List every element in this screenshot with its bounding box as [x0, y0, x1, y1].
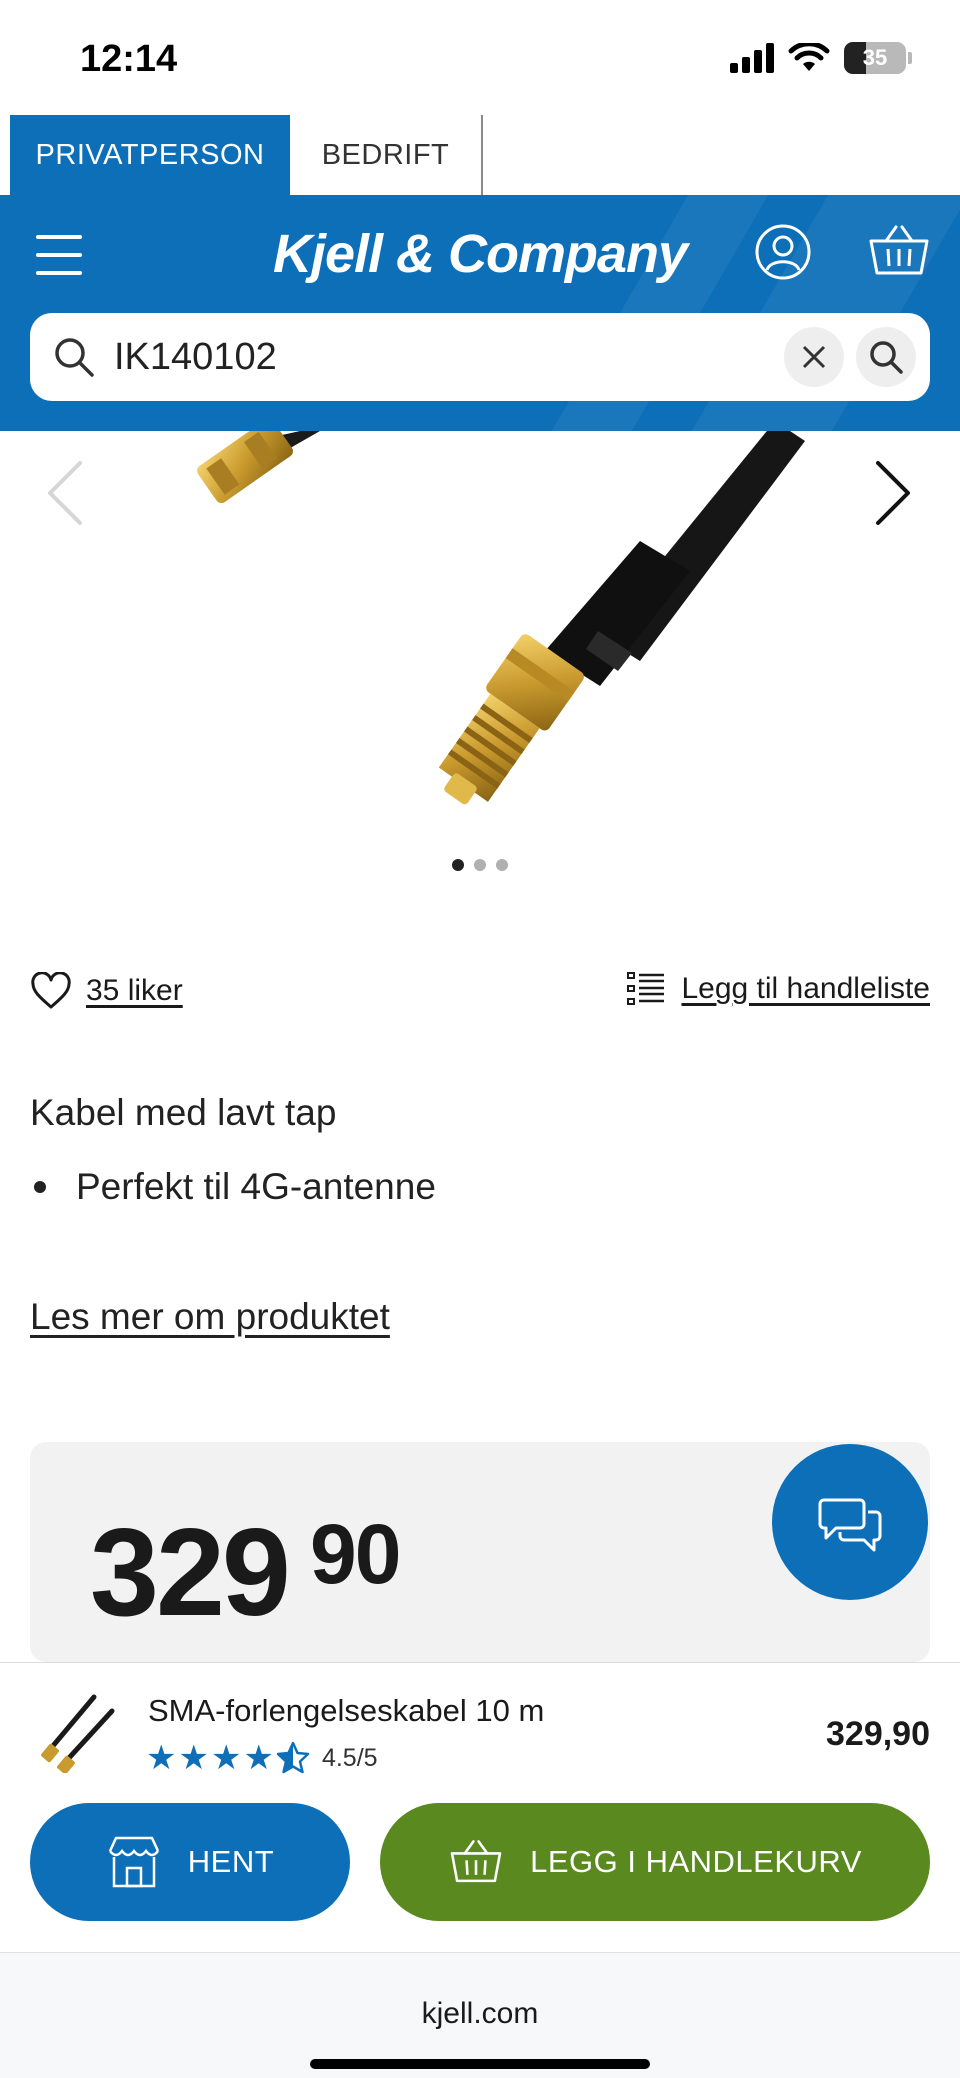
pickup-button[interactable]: HENT — [30, 1803, 350, 1921]
read-more-link[interactable]: Les mer om produktet — [30, 1296, 390, 1338]
star-icon: ★ — [243, 1739, 274, 1777]
account-icon[interactable] — [754, 223, 812, 281]
carousel-dots — [0, 859, 960, 871]
basket-icon — [450, 1840, 502, 1883]
url-text[interactable]: kjell.com — [0, 1997, 960, 2031]
product-photo — [197, 431, 805, 805]
search-box — [30, 313, 930, 401]
add-to-cart-button[interactable]: LEGG I HANDLEKURV — [380, 1803, 930, 1921]
status-icons: 35 — [730, 42, 912, 74]
carousel-dot[interactable] — [474, 859, 486, 871]
half-star-icon — [276, 1741, 310, 1774]
add-to-cart-label: LEGG I HANDLEKURV — [530, 1844, 862, 1879]
search-input[interactable] — [114, 327, 714, 387]
carousel-dot[interactable] — [452, 859, 464, 871]
product-thumbnail — [41, 1694, 115, 1773]
browser-address-bar[interactable]: kjell.com — [0, 1952, 960, 2078]
chat-button[interactable] — [772, 1444, 928, 1600]
product-image-carousel[interactable] — [0, 431, 960, 871]
star-icon: ★ — [210, 1739, 242, 1777]
star-icon: ★ — [146, 1739, 177, 1777]
feature-bullet: Perfekt til 4G-antenne — [30, 1166, 436, 1208]
heart-icon — [31, 972, 71, 1009]
basket-icon[interactable] — [868, 223, 930, 279]
search-icon — [55, 338, 94, 377]
star-icon: ★ — [178, 1739, 209, 1777]
sticky-purchase-bar: SMA-forlengelseskabel 10 m ★ ★ ★ ★ 4.5/5… — [0, 1662, 960, 1952]
customer-segment-tabs: PRIVATPERSON BEDRIFT — [10, 115, 483, 195]
status-time: 12:14 — [80, 38, 178, 80]
battery-icon: 35 — [844, 42, 906, 74]
bullet-icon — [34, 1181, 46, 1193]
chat-icon — [818, 1498, 882, 1552]
product-summary: Kabel med lavt tap — [30, 1092, 337, 1133]
close-icon — [802, 345, 826, 369]
search-icon — [870, 341, 903, 374]
tab-business[interactable]: BEDRIFT — [290, 115, 483, 195]
likes-count-link[interactable]: 35 liker — [86, 974, 183, 1008]
search-submit-button[interactable] — [856, 327, 916, 387]
feature-bullet-text: Perfekt til 4G-antenne — [76, 1166, 436, 1207]
list-icon — [627, 972, 665, 1005]
clear-search-button[interactable] — [784, 327, 844, 387]
carousel-dot[interactable] — [496, 859, 508, 871]
logo[interactable]: Kjell & Company — [0, 223, 960, 285]
sticky-product-name: SMA-forlengelseskabel 10 m — [148, 1693, 545, 1728]
next-image-arrow-icon[interactable] — [868, 453, 918, 533]
like-button[interactable]: 35 liker — [30, 972, 183, 1010]
sticky-price: 329,90 — [826, 1715, 930, 1753]
price-decimals: 90 — [310, 1507, 401, 1601]
signal-icon — [730, 43, 774, 73]
price-main: 329 — [90, 1504, 291, 1642]
rating-text: 4.5/5 — [321, 1743, 378, 1772]
pickup-button-label: HENT — [187, 1844, 275, 1879]
home-indicator[interactable] — [310, 2059, 650, 2069]
battery-tip — [908, 52, 912, 64]
site-header: Kjell & Company — [0, 195, 960, 431]
add-to-shopping-list-button[interactable]: Legg til handleliste — [627, 972, 930, 1006]
wifi-icon — [788, 43, 830, 71]
shopping-list-link[interactable]: Legg til handleliste — [681, 972, 930, 1006]
rating-stars: ★ ★ ★ ★ 4.5/5 — [146, 1741, 378, 1775]
tab-private[interactable]: PRIVATPERSON — [10, 115, 290, 195]
store-icon — [108, 1836, 159, 1888]
status-bar: 12:14 35 — [0, 0, 960, 115]
battery-level: 35 — [862, 45, 888, 70]
previous-image-arrow-icon[interactable] — [40, 453, 90, 533]
